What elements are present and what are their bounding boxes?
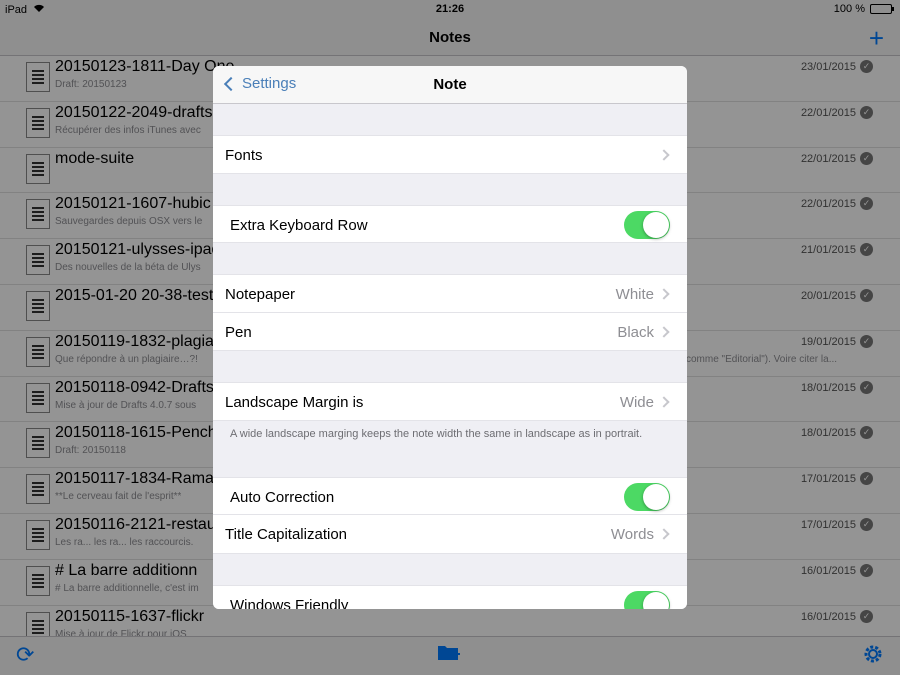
auto-correction-toggle[interactable]: [624, 482, 670, 511]
extra-keyboard-row-toggle[interactable]: [624, 210, 670, 239]
toggle-knob: [643, 591, 669, 609]
auto-correction-cell: Auto Correction: [213, 476, 687, 515]
popover-title: Note: [433, 76, 467, 93]
chevron-right-icon: [658, 149, 670, 161]
auto-correction-label: Auto Correction: [230, 488, 335, 506]
title-capitalization-label: Title Capitalization: [225, 526, 347, 543]
chevron-right-icon: [658, 288, 670, 300]
toggle-knob: [643, 211, 669, 238]
popover-header: Settings Note: [213, 66, 687, 104]
pen-value: Black: [617, 323, 654, 341]
windows-friendly-label: Windows Friendly: [230, 596, 349, 610]
pen-cell[interactable]: Pen Black: [213, 312, 687, 351]
title-capitalization-value: Words: [610, 526, 654, 543]
windows-friendly-toggle[interactable]: [624, 590, 670, 609]
chevron-right-icon: [658, 396, 670, 408]
extra-keyboard-row-label: Extra Keyboard Row: [230, 216, 368, 234]
landscape-margin-cell[interactable]: Landscape Margin is Wide: [213, 382, 687, 421]
chevron-right-icon: [658, 325, 670, 338]
landscape-margin-footnote: A wide landscape marging keeps the note …: [230, 427, 643, 440]
fonts-cell[interactable]: Fonts: [213, 135, 687, 174]
landscape-margin-value: Wide: [619, 394, 654, 411]
chevron-right-icon: [658, 528, 670, 540]
landscape-margin-label: Landscape Margin is: [225, 394, 364, 411]
fonts-label: Fonts: [225, 147, 263, 164]
pen-label: Pen: [225, 323, 252, 341]
windows-friendly-cell: Windows Friendly: [213, 584, 687, 610]
note-settings-popover: Settings Note Fonts Extra Keyboard Row N…: [213, 66, 687, 609]
title-capitalization-cell[interactable]: Title Capitalization Words: [213, 515, 687, 554]
notepaper-label: Notepaper: [225, 286, 296, 303]
notepaper-value: White: [615, 286, 654, 303]
notepaper-cell[interactable]: Notepaper White: [213, 274, 687, 313]
extra-keyboard-row-cell: Extra Keyboard Row: [213, 204, 687, 243]
toggle-knob: [643, 483, 669, 510]
